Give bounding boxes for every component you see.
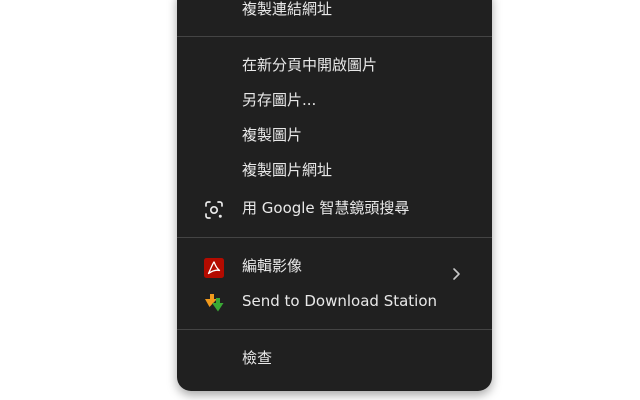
menu-item-label: 複製圖片網址 (242, 161, 333, 179)
menu-item-label: 複製連結網址 (242, 0, 333, 18)
google-lens-icon (204, 198, 224, 219)
menu-item-label: Send to Download Station (242, 292, 438, 310)
menu-item-copy-image[interactable]: 複製圖片 (177, 118, 492, 152)
menu-item-label: 檢查 (242, 349, 273, 367)
menu-item-edit-image[interactable]: 編輯影像 (177, 249, 492, 283)
menu-item-label: 複製圖片 (242, 126, 303, 144)
menu-item-copy-image-address[interactable]: 複製圖片網址 (177, 153, 492, 187)
menu-item-open-image-new-tab[interactable]: 在新分頁中開啟圖片 (177, 48, 492, 82)
chevron-right-icon (450, 259, 462, 280)
menu-item-label: 編輯影像 (242, 257, 303, 275)
menu-separator (177, 36, 492, 37)
acrobat-icon (204, 256, 224, 278)
download-station-icon (204, 291, 224, 312)
menu-item-save-image-as[interactable]: 另存圖片... (177, 83, 492, 117)
menu-item-label: 用 Google 智慧鏡頭搜尋 (242, 199, 410, 217)
menu-item-inspect[interactable]: 檢查 (177, 341, 492, 375)
menu-item-send-to-download-station[interactable]: Send to Download Station (177, 284, 492, 318)
menu-separator (177, 329, 492, 330)
menu-separator (177, 237, 492, 238)
menu-item-label: 在新分頁中開啟圖片 (242, 56, 378, 74)
menu-item-search-google-lens[interactable]: 用 Google 智慧鏡頭搜尋 (177, 191, 492, 225)
context-menu: 複製連結網址 在新分頁中開啟圖片 另存圖片... 複製圖片 複製圖片網址 用 G… (177, 0, 492, 391)
menu-item-label: 另存圖片... (242, 91, 317, 109)
menu-item-copy-link-address[interactable]: 複製連結網址 (177, 0, 492, 26)
